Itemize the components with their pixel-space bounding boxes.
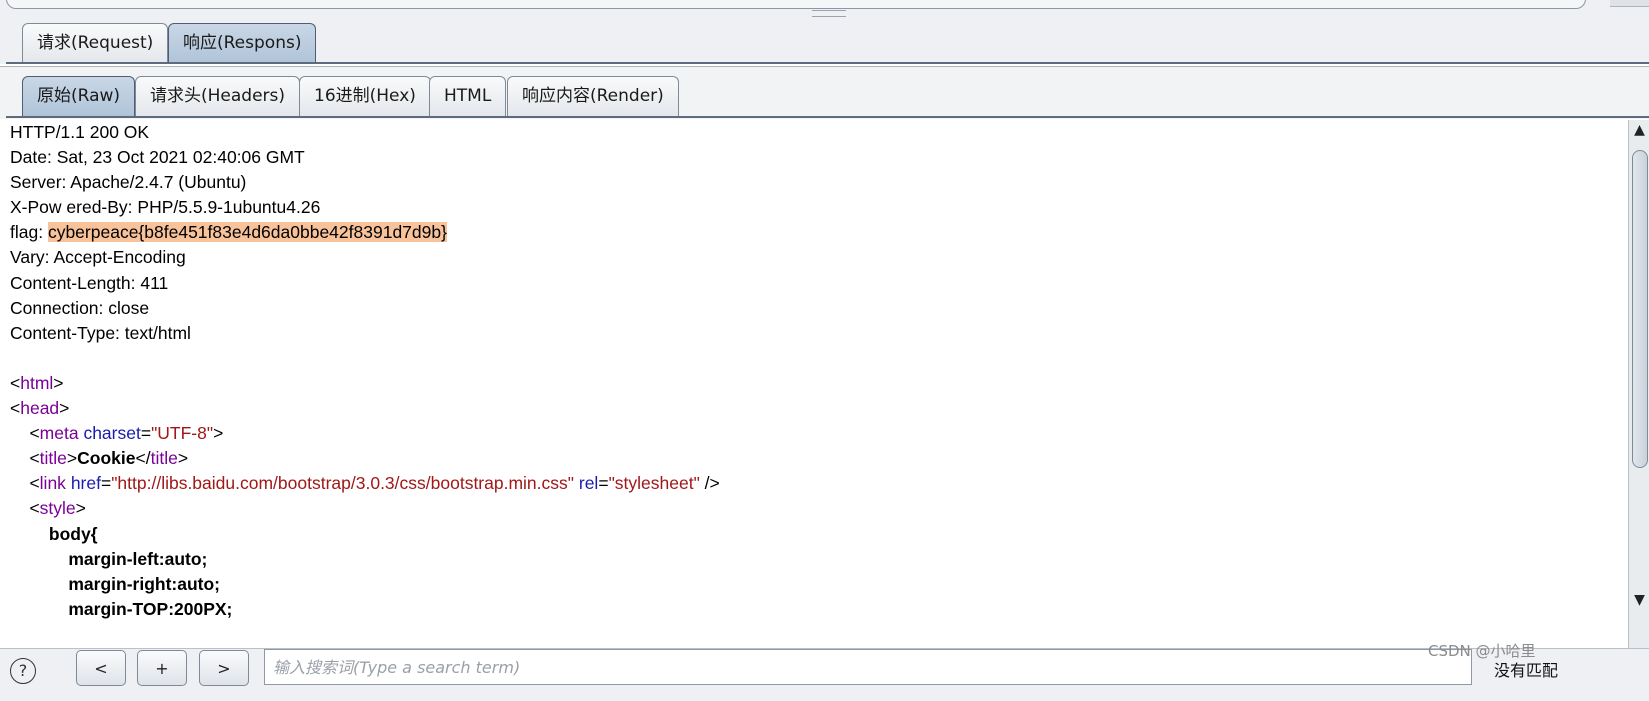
- add-button[interactable]: +: [137, 650, 187, 686]
- next-match-button[interactable]: >: [199, 650, 249, 686]
- header-vary: Vary: Accept-Encoding: [10, 247, 186, 268]
- help-circle-icon[interactable]: ?: [10, 658, 36, 684]
- style-tag-line: <style>: [10, 498, 86, 519]
- tab-render[interactable]: 响应内容(Render): [507, 76, 679, 116]
- tab-hex[interactable]: 16进制(Hex): [299, 76, 431, 116]
- link-tag-line: <link href="http://libs.baidu.com/bootst…: [10, 473, 720, 494]
- tag-name: title: [150, 448, 178, 469]
- splitter-grip[interactable]: [812, 10, 846, 17]
- scrollbar-thumb[interactable]: [1632, 150, 1648, 468]
- status-line: HTTP/1.1 200 OK: [10, 122, 150, 142]
- title-text: Cookie: [77, 448, 136, 469]
- flag-key: flag:: [10, 222, 48, 243]
- down-arrow-icon[interactable]: ▼: [1629, 590, 1649, 610]
- css-selector: body{: [48, 523, 98, 544]
- up-arrow-icon[interactable]: ▲: [1629, 120, 1649, 140]
- tab-underline: [6, 62, 1649, 64]
- tab-headers[interactable]: 请求头(Headers): [135, 76, 301, 116]
- header-flag: flag: cyberpeace{b8fe451f83e4d6da0bbe42f…: [6, 220, 1626, 245]
- attr-value: "UTF-8": [151, 423, 214, 444]
- attr-name: href: [70, 473, 101, 494]
- header-content-length: Content-Length: 411: [10, 272, 169, 293]
- tab-response[interactable]: 响应(Respons): [168, 23, 317, 64]
- attr-name: charset: [83, 423, 141, 444]
- flag-value: cyberpeace{b8fe451f83e4d6da0bbe42f8391d7…: [47, 222, 447, 243]
- tab-raw[interactable]: 原始(Raw): [22, 76, 136, 118]
- top-pane-edge: [0, 0, 1649, 19]
- tag-name: style: [39, 498, 76, 519]
- css-rule: margin-TOP:200PX;: [68, 598, 233, 619]
- burp-response-viewer: 请求(Request) 响应(Respons) 原始(Raw) 请求头(Head…: [0, 0, 1649, 701]
- prev-match-button[interactable]: <: [76, 650, 126, 686]
- attr-name: rel: [578, 473, 599, 494]
- css-body-line: body{: [6, 522, 1626, 547]
- title-tag-line: <title>Cookie</title>: [10, 448, 189, 469]
- head-open-tag: <head>: [10, 398, 70, 419]
- search-input[interactable]: [264, 649, 1472, 685]
- sub-tab-underline: [6, 116, 1649, 118]
- tag-name: html: [20, 372, 54, 393]
- watermark: CSDN @小哈里: [1428, 642, 1536, 660]
- tag-name: meta: [39, 423, 79, 444]
- header-content-type: Content-Type: text/html: [10, 322, 191, 343]
- attr-value: "http://libs.baidu.com/bootstrap/3.0.3/c…: [111, 473, 574, 494]
- meta-tag-line: <meta charset="UTF-8">: [10, 423, 224, 444]
- upper-pane-bottom: [6, 0, 1586, 9]
- css-rule: margin-left:auto;: [68, 548, 208, 569]
- attr-value: "stylesheet": [608, 473, 700, 494]
- css-margin-top-line: margin-TOP:200PX;: [6, 597, 1626, 622]
- header-date: Date: Sat, 23 Oct 2021 02:40:06 GMT: [10, 147, 305, 168]
- header-powered-by: X-Pow ered-By: PHP/5.5.9-1ubuntu4.26: [10, 197, 321, 218]
- header-connection: Connection: close: [10, 297, 150, 318]
- tag-name: head: [20, 398, 60, 419]
- raw-response-text[interactable]: HTTP/1.1 200 OK Date: Sat, 23 Oct 2021 0…: [6, 120, 1626, 648]
- upper-pane-corner: [1610, 0, 1649, 7]
- tag-name: link: [39, 473, 66, 494]
- header-server: Server: Apache/2.4.7 (Ubuntu): [10, 172, 247, 193]
- html-open-tag: <html>: [10, 372, 64, 393]
- css-margin-left-line: margin-left:auto;: [6, 547, 1626, 572]
- tag-name: title: [39, 448, 67, 469]
- css-margin-right-line: margin-right:auto;: [6, 572, 1626, 597]
- search-bar: ? < + > 没有匹配: [0, 648, 1649, 701]
- tab-request[interactable]: 请求(Request): [22, 23, 169, 62]
- sub-tab-bar: 原始(Raw) 请求头(Headers) 16进制(Hex) HTML 响应内容…: [0, 66, 1649, 119]
- vertical-scrollbar[interactable]: ▲ ▼: [1628, 120, 1649, 648]
- css-rule: margin-right:auto;: [68, 573, 221, 594]
- main-tab-bar: 请求(Request) 响应(Respons): [0, 18, 1649, 64]
- tab-html[interactable]: HTML: [429, 76, 507, 116]
